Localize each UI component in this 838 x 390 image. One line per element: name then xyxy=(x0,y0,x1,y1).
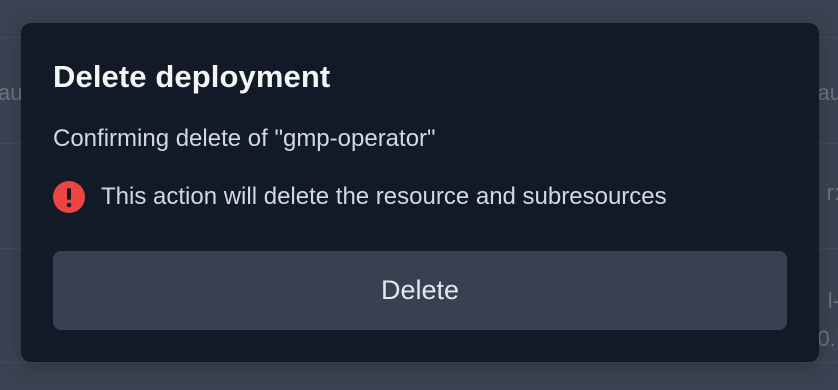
warning-message: This action will delete the resource and… xyxy=(53,181,667,213)
background-cell-fragment: au xyxy=(817,80,838,105)
background-cell-fragment: r: xyxy=(826,180,838,205)
background-cell-fragment: l- xyxy=(827,288,838,313)
table-row-divider xyxy=(0,362,838,363)
exclamation-circle-icon xyxy=(53,181,85,213)
warning-text: This action will delete the resource and… xyxy=(101,183,667,210)
dialog-subtitle: Confirming delete of "gmp-operator" xyxy=(53,125,436,152)
background-cell-fragment: au xyxy=(0,80,23,105)
delete-deployment-dialog: Delete deployment Confirming delete of "… xyxy=(21,23,819,362)
background-cell-fragment: 0.: xyxy=(817,326,838,351)
dialog-title: Delete deployment xyxy=(53,59,331,94)
delete-button[interactable]: Delete xyxy=(53,251,787,330)
